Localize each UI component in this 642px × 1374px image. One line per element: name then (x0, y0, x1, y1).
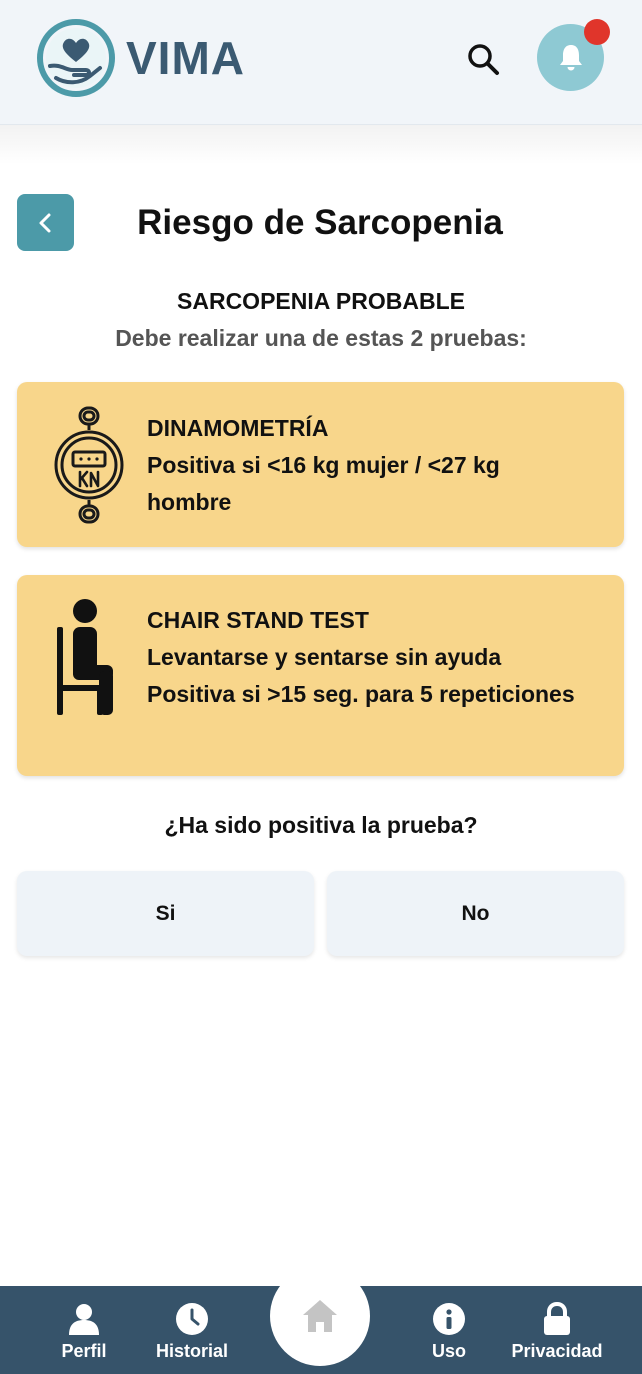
nav-item-historial[interactable]: Historial (146, 1302, 238, 1362)
clock-icon (176, 1303, 208, 1335)
nav-item-perfil[interactable]: Perfil (46, 1302, 122, 1362)
dynamometer-icon (54, 406, 124, 524)
nav-label: Uso (431, 1341, 466, 1361)
home-icon (303, 1300, 337, 1332)
nav-item-privacidad[interactable]: Privacidad (506, 1302, 608, 1362)
test-card-chair-stand: CHAIR STAND TEST Levantarse y sentarse s… (17, 575, 624, 776)
page-title: Riesgo de Sarcopenia (137, 203, 503, 242)
user-icon (69, 1304, 99, 1335)
chevron-left-icon (39, 213, 50, 232)
app-name: VIMA (126, 32, 245, 84)
nav-item-home[interactable] (270, 1266, 370, 1366)
no-button[interactable]: No (327, 871, 624, 956)
search-icon (468, 44, 499, 75)
test-card-dynamometry: DINAMOMETRÍA Positiva si <16 kg mujer / … (17, 382, 624, 547)
search-button[interactable] (464, 40, 502, 78)
nav-label: Perfil (61, 1341, 107, 1361)
result-question: ¿Ha sido positiva la prueba? (164, 812, 478, 838)
test-card-text: CHAIR STAND TEST Levantarse y sentarse s… (147, 602, 587, 713)
test-instructions: Debe realizar una de estas 2 pruebas: (115, 325, 527, 351)
chair-stand-icon (57, 599, 113, 715)
nav-label: Privacidad (511, 1341, 603, 1361)
nav-label: Historial (155, 1341, 229, 1361)
test-title: DINAMOMETRÍA (147, 415, 329, 441)
test-criteria: Positiva si >15 seg. para 5 repeticiones (147, 681, 575, 707)
test-instruction: Levantarse y sentarse sin ayuda (147, 644, 502, 670)
test-title: CHAIR STAND TEST (147, 607, 369, 633)
notification-badge (584, 19, 610, 45)
info-icon (433, 1303, 465, 1335)
test-criteria: Positiva si <16 kg mujer / <27 kg hombre (147, 452, 500, 515)
risk-status: SARCOPENIA PROBABLE (177, 288, 465, 314)
test-card-text: DINAMOMETRÍA Positiva si <16 kg mujer / … (147, 410, 587, 521)
header-shadow (0, 125, 642, 165)
back-button[interactable] (17, 194, 74, 251)
nav-item-uso[interactable]: Uso (414, 1302, 484, 1362)
app-logo[interactable]: VIMA (36, 18, 245, 98)
heart-hands-logo-icon (37, 19, 115, 97)
lock-icon (544, 1302, 570, 1335)
bell-icon (559, 44, 582, 70)
yes-button[interactable]: Si (17, 871, 314, 956)
